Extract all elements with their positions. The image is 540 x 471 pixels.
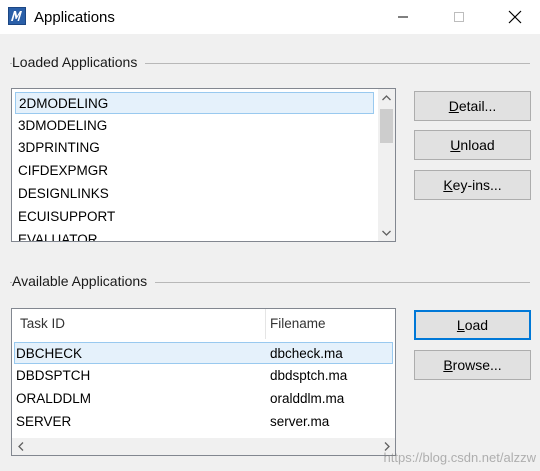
list-item[interactable]: 3DMODELING (15, 115, 107, 137)
scroll-thumb[interactable] (380, 109, 393, 143)
loaded-list-scrollbar[interactable] (378, 89, 395, 241)
microstation-app-icon (8, 7, 26, 25)
column-header-task-id[interactable]: Task ID (20, 309, 65, 339)
watermark-text: https://blog.csdn.net/alzzw (383, 450, 536, 465)
loaded-group-label: Loaded Applications (12, 54, 146, 70)
maximize-button[interactable] (436, 0, 482, 34)
list-item[interactable]: EVALUATOR (15, 229, 98, 241)
maximize-icon (454, 12, 464, 22)
window-title: Applications (34, 9, 115, 26)
table-row[interactable]: DBCHECK dbcheck.ma (14, 342, 393, 364)
unload-button[interactable]: Unload (414, 130, 531, 160)
task-id-cell: DBCHECK (16, 346, 83, 361)
browse-button[interactable]: Browse... (414, 350, 531, 380)
filename-cell: server.ma (270, 414, 330, 429)
chevron-left-icon (17, 442, 23, 451)
task-id-cell: ORALDDLM (16, 391, 92, 406)
title-bar: Applications (0, 0, 540, 34)
available-group-label: Available Applications (12, 273, 156, 289)
minimize-icon (398, 16, 408, 18)
available-applications-table[interactable]: Task ID Filename DBCHECK dbcheck.ma DBDS… (11, 308, 396, 456)
task-id-cell: SERVER (16, 414, 72, 429)
detail-button[interactable]: Detail... (414, 91, 531, 121)
list-item[interactable]: DESIGNLINKS (15, 183, 109, 205)
close-icon (508, 10, 522, 24)
list-item[interactable]: CIFDEXPMGR (15, 160, 108, 182)
filename-cell: oralddlm.ma (270, 391, 345, 406)
close-button[interactable] (492, 0, 538, 34)
load-button[interactable]: Load (414, 310, 531, 340)
chevron-up-icon (382, 94, 391, 100)
table-row[interactable]: ORALDDLM oralddlm.ma (14, 388, 393, 410)
list-item[interactable]: 3DPRINTING (15, 137, 100, 159)
scroll-down-button[interactable] (378, 224, 395, 241)
chevron-down-icon (382, 230, 391, 236)
filename-cell: dbdsptch.ma (270, 368, 348, 383)
column-separator[interactable] (265, 309, 266, 339)
scroll-up-button[interactable] (378, 89, 395, 106)
loaded-applications-list[interactable]: 2DMODELING 3DMODELING 3DPRINTING CIFDEXP… (11, 88, 396, 242)
available-table-hscrollbar[interactable] (12, 438, 395, 455)
task-id-cell: DBDSPTCH (16, 368, 91, 383)
list-item[interactable]: ECUISUPPORT (15, 206, 115, 228)
column-header-filename[interactable]: Filename (270, 309, 326, 339)
table-row[interactable]: DBDSPTCH dbdsptch.ma (14, 365, 393, 387)
minimize-button[interactable] (380, 0, 426, 34)
table-row[interactable]: SERVER server.ma (14, 411, 393, 433)
key-ins-button[interactable]: Key-ins... (414, 170, 531, 200)
scroll-left-button[interactable] (12, 438, 29, 455)
list-item[interactable]: 2DMODELING (15, 92, 374, 114)
filename-cell: dbcheck.ma (270, 346, 343, 361)
